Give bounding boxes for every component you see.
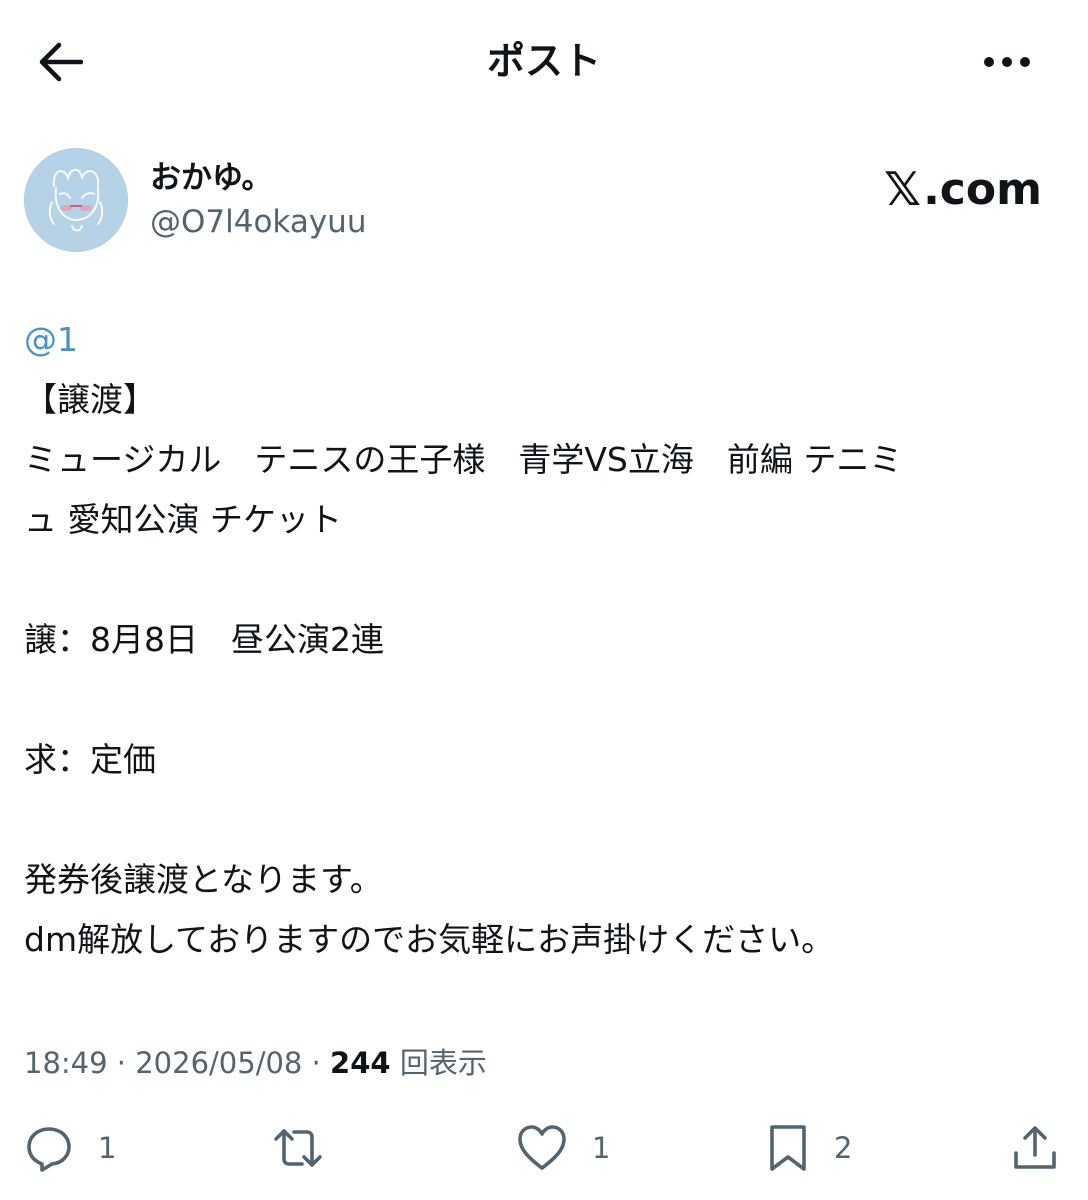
bookmark-icon xyxy=(770,1125,806,1171)
post-metadata: 18:49 · 2026/05/08 · 244 回表示 xyxy=(24,1040,487,1086)
top-bar: ポスト xyxy=(0,0,1088,120)
repost-icon xyxy=(274,1129,322,1167)
post-time[interactable]: 18:49 xyxy=(24,1046,108,1080)
author-display-name[interactable]: おかゆ。 xyxy=(150,158,272,198)
avatar-sketch-image xyxy=(24,148,128,252)
action-bar: 1 1 2 xyxy=(0,1118,1088,1178)
post-line xyxy=(24,670,1064,730)
post-author: おかゆ。 @O7l4okayuu xyxy=(24,148,724,252)
post-line xyxy=(24,790,1064,850)
reply-button[interactable]: 1 xyxy=(24,1118,116,1178)
post-line: ミュージカル テニスの王子様 青学VS立海 前編 テニミ xyxy=(24,440,903,479)
heart-icon xyxy=(518,1125,566,1170)
post-text: @1 【譲渡】 ミュージカル テニスの王子様 青学VS立海 前編 テニミ ュ 愛… xyxy=(24,310,1064,970)
reply-icon xyxy=(27,1127,71,1172)
share-button[interactable] xyxy=(1010,1118,1060,1178)
post-date[interactable]: 2026/05/08 xyxy=(135,1046,302,1080)
like-button[interactable]: 1 xyxy=(516,1118,610,1178)
view-label: 回表示 xyxy=(399,1046,487,1080)
share-icon xyxy=(1014,1126,1056,1169)
post-line: dm解放しておりますのでお気軽にお声掛けください。 xyxy=(24,920,835,959)
view-count: 244 xyxy=(330,1046,391,1080)
post-line: 発券後譲渡となります。 xyxy=(24,860,383,899)
post-line: ュ 愛知公演 チケット xyxy=(24,500,342,539)
bookmark-count: 2 xyxy=(834,1131,853,1165)
bookmark-button[interactable]: 2 xyxy=(766,1118,852,1178)
x-com-logo: 𝕏 .com xyxy=(884,162,1042,216)
post-line: 譲：8月8日 昼公演2連 xyxy=(24,620,384,659)
avatar[interactable] xyxy=(24,148,128,252)
repost-button[interactable] xyxy=(272,1118,348,1178)
brand-text: .com xyxy=(923,163,1042,215)
author-handle[interactable]: @O7l4okayuu xyxy=(150,202,366,242)
x-logo-icon: 𝕏 xyxy=(884,162,922,216)
more-horizontal-icon xyxy=(984,57,1030,67)
page-title: ポスト xyxy=(486,39,601,83)
post-line xyxy=(24,550,1064,610)
post-line: 求：定価 xyxy=(24,740,156,779)
like-count: 1 xyxy=(592,1131,611,1165)
meta-separator: · xyxy=(302,1046,331,1080)
reply-count: 1 xyxy=(98,1131,117,1165)
more-options-button[interactable] xyxy=(972,34,1042,90)
post-line: 【譲渡】 xyxy=(24,380,156,419)
meta-separator: · xyxy=(107,1046,136,1080)
mention-link[interactable]: @1 xyxy=(24,320,78,359)
